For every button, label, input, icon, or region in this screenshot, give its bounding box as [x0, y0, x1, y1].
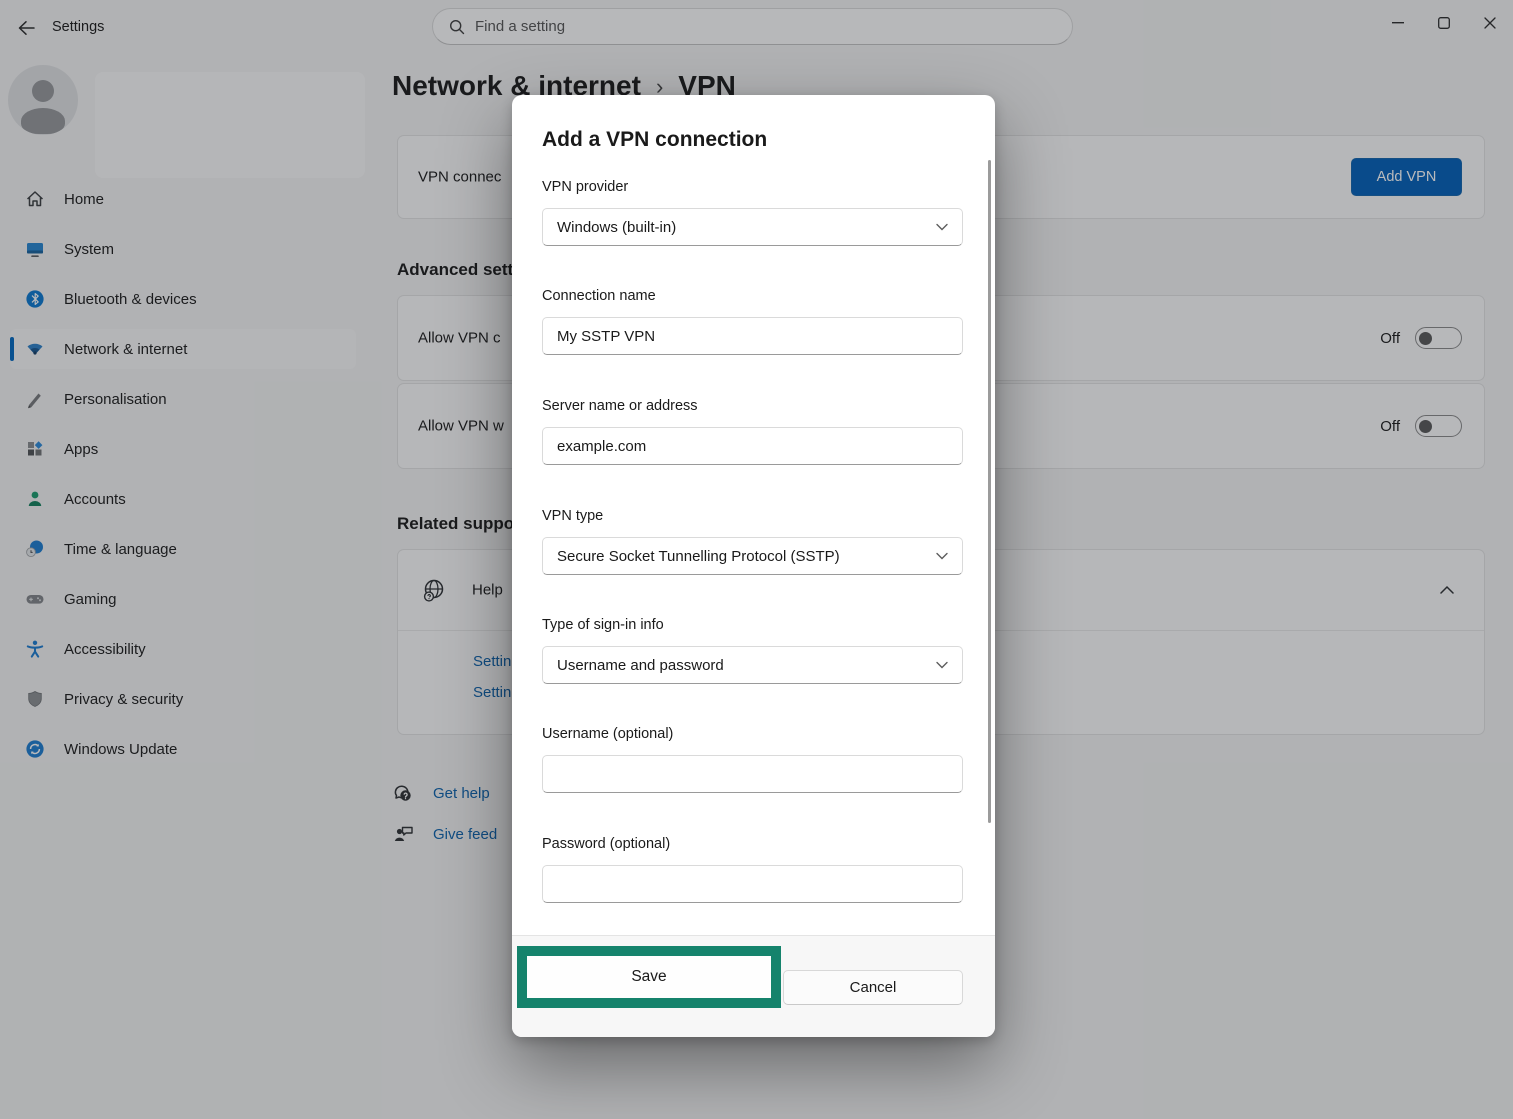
- add-vpn-dialog: Add a VPN connection VPN provider Window…: [512, 95, 995, 1037]
- dialog-title: Add a VPN connection: [542, 128, 767, 152]
- server-address-input[interactable]: [542, 427, 963, 465]
- password-label: Password (optional): [542, 836, 670, 852]
- connection-name-label: Connection name: [542, 288, 656, 304]
- server-address-label: Server name or address: [542, 398, 698, 414]
- save-highlight-box: Save: [517, 946, 781, 1008]
- vpn-provider-select[interactable]: Windows (built-in): [542, 208, 963, 246]
- save-button[interactable]: Save: [527, 956, 771, 998]
- vpn-type-label: VPN type: [542, 508, 603, 524]
- username-label: Username (optional): [542, 726, 673, 742]
- cancel-button[interactable]: Cancel: [783, 970, 963, 1005]
- dialog-scrollbar[interactable]: [988, 160, 991, 823]
- signin-type-label: Type of sign-in info: [542, 617, 664, 633]
- dialog-footer: Save Cancel: [512, 935, 995, 1037]
- vpn-provider-value: Windows (built-in): [557, 219, 676, 236]
- vpn-type-value: Secure Socket Tunnelling Protocol (SSTP): [557, 548, 840, 565]
- vpn-type-select[interactable]: Secure Socket Tunnelling Protocol (SSTP): [542, 537, 963, 575]
- chevron-down-icon: [936, 223, 948, 231]
- connection-name-input[interactable]: [542, 317, 963, 355]
- signin-type-select[interactable]: Username and password: [542, 646, 963, 684]
- username-input[interactable]: [542, 755, 963, 793]
- chevron-down-icon: [936, 552, 948, 560]
- password-input[interactable]: [542, 865, 963, 903]
- signin-type-value: Username and password: [557, 657, 724, 674]
- vpn-provider-label: VPN provider: [542, 179, 628, 195]
- chevron-down-icon: [936, 661, 948, 669]
